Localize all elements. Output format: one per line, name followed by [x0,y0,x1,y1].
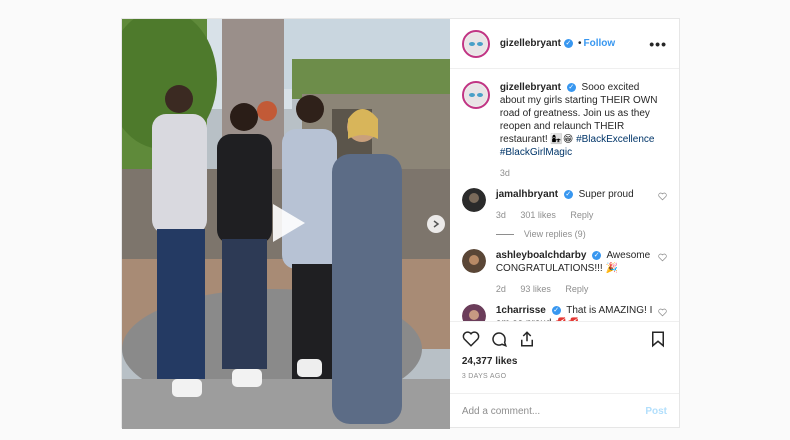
view-replies-label[interactable]: View replies (9) [524,228,586,241]
more-options-icon[interactable]: ••• [649,36,667,52]
caption-comment: gizellebryant ✓ Sooo excited about my gi… [461,81,667,180]
comment-bubble-icon[interactable] [490,330,508,348]
post-actions: 24,377 likes 3 DAYS AGO [449,321,679,393]
comment-item: jamalhbryant ✓ Super proud 3d 301 likes … [461,188,667,241]
next-arrow-icon[interactable] [427,215,445,233]
replies-divider [495,234,514,235]
author-avatar[interactable] [461,29,490,58]
comment-username[interactable]: ashleyboalchdarby [496,250,587,261]
comment-text: Super proud [578,189,634,200]
likes-count[interactable]: 24,377 likes [462,356,667,367]
verified-icon: ✓ [566,82,576,92]
separator-dot: • [577,38,582,49]
comment-likes[interactable]: 93 likes [520,284,551,294]
caption-username[interactable]: gizellebryant [500,82,561,93]
post-header: gizellebryant ✓ • Follow ••• [449,19,679,69]
author-username[interactable]: gizellebryant [500,38,561,49]
comment-item: ashleyboalchdarby ✓ Awesome CONGRATULATI… [461,249,667,296]
caption-avatar[interactable] [461,81,490,109]
comment-time[interactable]: 2d [496,284,506,294]
reply-button[interactable]: Reply [570,210,593,220]
like-comment-heart-icon[interactable] [658,192,667,201]
add-comment-bar: Post [449,393,679,429]
follow-button[interactable]: Follow [583,38,615,49]
verified-icon: ✓ [563,189,573,199]
like-comment-heart-icon[interactable] [658,253,667,262]
post-comment-button[interactable]: Post [645,406,667,417]
commenter-avatar[interactable] [461,249,486,273]
add-comment-input[interactable] [461,406,646,417]
post-sidebar: gizellebryant ✓ • Follow ••• gizellebrya… [449,19,679,429]
save-bookmark-icon[interactable] [649,330,667,348]
post-card: gizellebryant ✓ • Follow ••• gizellebrya… [121,18,680,429]
verified-icon: ✓ [592,250,602,260]
video-media[interactable] [122,19,450,429]
commenter-avatar[interactable] [461,188,486,212]
like-heart-icon[interactable] [462,330,480,348]
comments-list[interactable]: gizellebryant ✓ Sooo excited about my gi… [450,69,679,321]
verified-icon: ✓ [563,39,573,48]
comment-username[interactable]: 1charrisse [496,305,546,316]
commenter-avatar[interactable] [461,304,486,321]
like-comment-heart-icon[interactable] [658,308,667,317]
caption-time[interactable]: 3d [500,168,510,178]
share-icon[interactable] [518,330,536,348]
verified-icon: ✓ [551,305,561,315]
comment-username[interactable]: jamalhbryant [496,189,558,200]
play-icon[interactable] [265,202,307,244]
comment-time[interactable]: 3d [496,210,506,220]
post-date[interactable]: 3 DAYS AGO [462,373,667,380]
comment-item: 1charrisse ✓ That is AMAZING! I am so pr… [461,304,667,321]
comment-likes[interactable]: 301 likes [520,210,556,220]
reply-button[interactable]: Reply [565,284,588,294]
view-replies-link[interactable]: View replies (9) [495,228,658,241]
